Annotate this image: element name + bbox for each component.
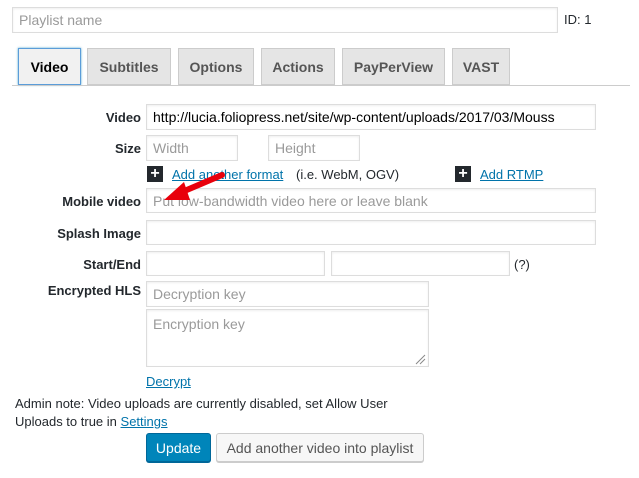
admin-note: Admin note: Video uploads are currently … bbox=[15, 395, 388, 431]
resize-handle-icon[interactable] bbox=[414, 353, 426, 365]
tab-subtitles[interactable]: Subtitles bbox=[87, 48, 171, 85]
encryption-key-textarea[interactable] bbox=[146, 309, 429, 367]
splash-image-label: Splash Image bbox=[57, 226, 141, 241]
mobile-video-label: Mobile video bbox=[62, 194, 141, 209]
decrypt-link[interactable]: Decrypt bbox=[146, 374, 191, 389]
update-button[interactable]: Update bbox=[146, 433, 211, 462]
settings-link[interactable]: Settings bbox=[121, 414, 168, 429]
size-label: Size bbox=[114, 141, 141, 156]
decryption-key-input[interactable] bbox=[146, 281, 429, 307]
start-input[interactable] bbox=[146, 251, 325, 276]
add-format-hint: (i.e. WebM, OGV) bbox=[296, 167, 400, 182]
height-input[interactable] bbox=[268, 135, 360, 161]
end-input[interactable] bbox=[331, 251, 510, 276]
video-label: Video bbox=[105, 110, 141, 125]
encrypted-hls-label: Encrypted HLS bbox=[47, 283, 141, 298]
tab-options[interactable]: Options bbox=[178, 48, 254, 85]
tab-divider bbox=[12, 85, 630, 86]
tab-vast[interactable]: VAST bbox=[452, 48, 510, 85]
admin-note-line2-text: Uploads to true in bbox=[15, 414, 117, 429]
tab-actions[interactable]: Actions bbox=[261, 48, 335, 85]
splash-image-input[interactable] bbox=[146, 220, 596, 245]
playlist-id-label: ID: 1 bbox=[564, 12, 592, 27]
tab-video[interactable]: Video bbox=[18, 48, 81, 85]
admin-note-line2: Uploads to true in Settings bbox=[15, 413, 388, 431]
add-rtmp-plus-icon[interactable]: + bbox=[455, 166, 471, 182]
add-video-button[interactable]: Add another video into playlist bbox=[216, 433, 424, 462]
admin-note-line1: Admin note: Video uploads are currently … bbox=[15, 396, 388, 411]
tab-payperview[interactable]: PayPerView bbox=[342, 48, 445, 85]
start-end-label: Start/End bbox=[83, 257, 141, 272]
start-end-help[interactable]: (?) bbox=[514, 257, 530, 272]
video-url-input[interactable] bbox=[146, 104, 596, 130]
annotation-arrow-icon bbox=[164, 172, 225, 200]
add-rtmp-link[interactable]: Add RTMP bbox=[480, 167, 543, 182]
playlist-name-input[interactable] bbox=[12, 7, 558, 33]
width-input[interactable] bbox=[146, 135, 238, 161]
